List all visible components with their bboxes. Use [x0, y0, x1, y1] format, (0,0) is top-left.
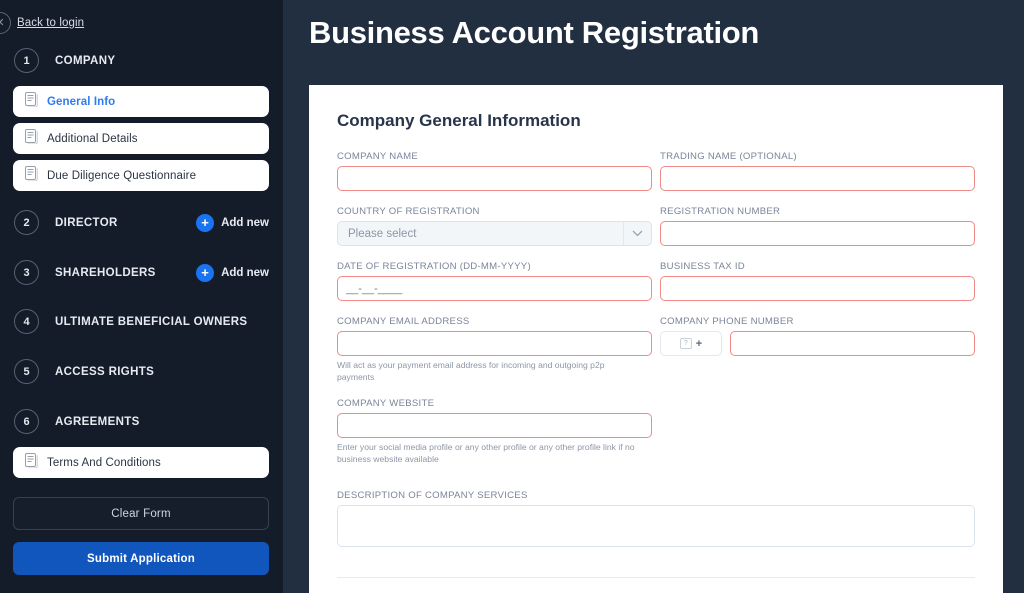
sidebar-item-label: Terms And Conditions	[47, 456, 161, 469]
back-to-login-label[interactable]: Back to login	[17, 17, 84, 29]
select-value: Please select	[348, 227, 417, 240]
add-new-shareholder-button[interactable]: + Add new	[196, 263, 269, 282]
sidebar-step-company[interactable]: 1 COMPANY	[14, 48, 269, 73]
sidebar-item-due-diligence-questionnaire[interactable]: Due Diligence Questionnaire	[13, 160, 269, 191]
field-label: TRADING NAME (OPTIONAL)	[660, 151, 797, 162]
section-title: Company General Information	[337, 111, 581, 130]
registration-number-input[interactable]	[660, 221, 975, 246]
country-of-registration-select[interactable]: Please select	[337, 221, 652, 246]
step-number: 5	[14, 359, 39, 384]
business-tax-id-input[interactable]	[660, 276, 975, 301]
sidebar-item-label: General Info	[47, 95, 116, 108]
page-title: Business Account Registration	[309, 15, 760, 50]
step-label: COMPANY	[55, 54, 116, 67]
clear-form-button[interactable]: Clear Form	[13, 497, 269, 530]
add-new-label: Add new	[221, 216, 269, 229]
field-company-name: COMPANY NAME	[337, 151, 652, 191]
step-label: ACCESS RIGHTS	[55, 365, 155, 378]
field-trading-name: TRADING NAME (OPTIONAL)	[660, 151, 975, 191]
field-label: BUSINESS TAX ID	[660, 261, 745, 272]
company-phone-input[interactable]	[730, 331, 975, 356]
back-to-login[interactable]: ✕ Back to login	[0, 12, 84, 34]
phone-plus-sign: +	[695, 337, 703, 350]
plus-icon: +	[196, 213, 215, 232]
sidebar-step-access-rights[interactable]: 5 ACCESS RIGHTS	[14, 359, 269, 384]
company-website-input[interactable]	[337, 413, 652, 438]
step-label: AGREEMENTS	[55, 415, 140, 428]
add-new-director-button[interactable]: + Add new	[196, 213, 269, 232]
submit-application-button[interactable]: Submit Application	[13, 542, 269, 575]
sidebar: ✕ Back to login 1 COMPANY General Info A…	[0, 0, 283, 593]
field-country-of-registration: COUNTRY OF REGISTRATION Please select	[337, 206, 652, 246]
field-description-of-services: DESCRIPTION OF COMPANY SERVICES	[337, 490, 975, 552]
form-panel: Company General Information COMPANY NAME…	[309, 85, 1003, 593]
trading-name-input[interactable]	[660, 166, 975, 191]
company-website-hint: Enter your social media profile or any o…	[337, 442, 635, 464]
step-number: 1	[14, 48, 39, 73]
close-icon[interactable]: ✕	[0, 12, 11, 34]
sidebar-item-general-info[interactable]: General Info	[13, 86, 269, 117]
field-company-website: COMPANY WEBSITE Enter your social media …	[337, 398, 652, 465]
step-number: 6	[14, 409, 39, 434]
step-label: SHAREHOLDERS	[55, 266, 156, 279]
plus-icon: +	[196, 263, 215, 282]
field-business-tax-id: BUSINESS TAX ID	[660, 261, 975, 301]
field-company-phone: COMPANY PHONE NUMBER ? +	[660, 316, 975, 356]
field-label: REGISTRATION NUMBER	[660, 206, 781, 217]
field-company-email: COMPANY EMAIL ADDRESS Will act as your p…	[337, 316, 652, 383]
step-number: 2	[14, 210, 39, 235]
sidebar-item-label: Additional Details	[47, 132, 138, 145]
document-icon	[25, 91, 38, 112]
sidebar-step-shareholders[interactable]: 3 SHAREHOLDERS + Add new	[14, 260, 269, 285]
step-label: DIRECTOR	[55, 216, 118, 229]
sidebar-step-ultimate-beneficial-owners[interactable]: 4 ULTIMATE BENEFICIAL OWNERS	[14, 309, 269, 334]
description-of-services-textarea[interactable]	[337, 505, 975, 547]
section-divider	[337, 577, 975, 578]
sidebar-step-director[interactable]: 2 DIRECTOR + Add new	[14, 210, 269, 235]
add-new-label: Add new	[221, 266, 269, 279]
flag-placeholder-icon: ?	[679, 338, 692, 349]
registration-page: ✕ Back to login 1 COMPANY General Info A…	[0, 0, 1024, 593]
step-label: ULTIMATE BENEFICIAL OWNERS	[55, 315, 248, 328]
document-icon	[25, 165, 38, 186]
step-number: 3	[14, 260, 39, 285]
sidebar-item-terms-and-conditions[interactable]: Terms And Conditions	[13, 447, 269, 478]
document-icon	[25, 128, 38, 149]
field-label: COMPANY NAME	[337, 151, 419, 162]
company-name-input[interactable]	[337, 166, 652, 191]
field-label: COUNTRY OF REGISTRATION	[337, 206, 480, 217]
sidebar-item-additional-details[interactable]: Additional Details	[13, 123, 269, 154]
field-label: DATE OF REGISTRATION (DD-MM-YYYY)	[337, 261, 531, 272]
field-label: DESCRIPTION OF COMPANY SERVICES	[337, 490, 528, 501]
document-icon	[25, 452, 38, 473]
sidebar-item-label: Due Diligence Questionnaire	[47, 169, 197, 182]
step-number: 4	[14, 309, 39, 334]
phone-country-prefix-select[interactable]: ? +	[660, 331, 722, 356]
field-label: COMPANY EMAIL ADDRESS	[337, 316, 470, 327]
sidebar-step-agreements[interactable]: 6 AGREEMENTS	[14, 409, 269, 434]
chevron-down-icon[interactable]	[623, 222, 651, 245]
field-date-of-registration: DATE OF REGISTRATION (DD-MM-YYYY)	[337, 261, 652, 301]
field-label: COMPANY PHONE NUMBER	[660, 316, 794, 327]
date-of-registration-input[interactable]	[337, 276, 652, 301]
field-registration-number: REGISTRATION NUMBER	[660, 206, 975, 246]
company-email-hint: Will act as your payment email address f…	[337, 360, 605, 382]
company-email-input[interactable]	[337, 331, 652, 356]
field-label: COMPANY WEBSITE	[337, 398, 435, 409]
